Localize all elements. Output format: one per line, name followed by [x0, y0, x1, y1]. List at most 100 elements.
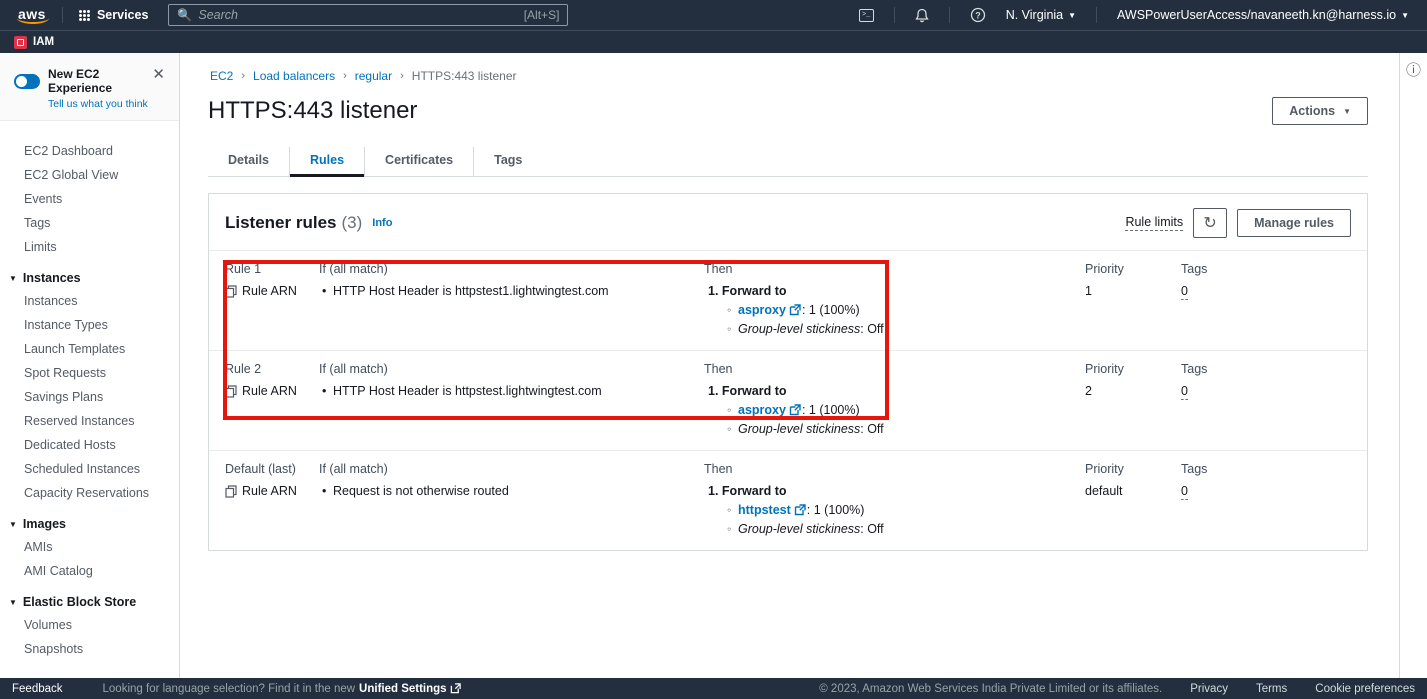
sidebar-item-reserved-instances[interactable]: Reserved Instances: [0, 409, 179, 433]
rule-row-2: Rule 2 Rule ARN If (all match) HTTP Host…: [209, 351, 1367, 451]
target-group-link[interactable]: asproxy: [738, 303, 786, 317]
terms-link[interactable]: Terms: [1256, 683, 1287, 695]
feedback-link[interactable]: Feedback: [12, 683, 63, 695]
sidebar-section-images[interactable]: ▼Images: [0, 505, 179, 535]
sidebar-item-ami-catalog[interactable]: AMI Catalog: [0, 559, 179, 583]
tags-count-link[interactable]: 0: [1181, 484, 1188, 500]
breadcrumb-regular[interactable]: regular: [355, 69, 392, 83]
sidebar-item-limits[interactable]: Limits: [0, 235, 179, 259]
sidebar-item-amis[interactable]: AMIs: [0, 535, 179, 559]
sidebar-item-savings-plans[interactable]: Savings Plans: [0, 385, 179, 409]
if-header: If (all match): [319, 462, 704, 476]
tab-details[interactable]: Details: [208, 147, 290, 176]
unified-settings-link[interactable]: Unified Settings: [359, 683, 447, 695]
refresh-button[interactable]: ↻: [1193, 208, 1227, 238]
tab-tags[interactable]: Tags: [474, 147, 542, 176]
sidebar: New EC2 Experience Tell us what you thin…: [0, 53, 180, 678]
forward-to: 1. Forward to: [704, 484, 1085, 498]
target-weight: : 1 (100%): [802, 403, 860, 417]
aws-logo[interactable]: aws: [10, 6, 54, 24]
sidebar-item-ec2-dashboard[interactable]: EC2 Dashboard: [0, 139, 179, 163]
main-content: EC2 › Load balancers › regular › HTTPS:4…: [180, 53, 1399, 678]
actions-button[interactable]: Actions ▼: [1272, 97, 1368, 125]
then-header: Then: [704, 362, 1085, 376]
target-group-line: httpstest: 1 (100%): [704, 503, 1085, 517]
target-group-line: asproxy : 1 (100%): [704, 403, 1085, 417]
tags-count-link[interactable]: 0: [1181, 284, 1188, 300]
breadcrumb-separator: ›: [400, 70, 404, 82]
services-menu[interactable]: Services: [71, 8, 156, 22]
language-note: Looking for language selection? Find it …: [103, 683, 356, 695]
divider: [208, 176, 1368, 177]
help-button[interactable]: ?: [962, 5, 994, 25]
region-label: N. Virginia: [1006, 8, 1063, 22]
rule-limits-link[interactable]: Rule limits: [1125, 215, 1183, 231]
breadcrumb-current: HTTPS:443 listener: [412, 69, 517, 83]
cloudshell-icon: >_: [859, 9, 874, 22]
account-menu[interactable]: AWSPowerUserAccess/navaneeth.kn@harness.…: [1109, 8, 1417, 22]
target-group-link[interactable]: httpstest: [738, 503, 791, 517]
tab-certificates[interactable]: Certificates: [365, 147, 474, 176]
priority-value: 2: [1085, 384, 1181, 398]
rule-arn-copy[interactable]: Rule ARN: [225, 284, 319, 298]
top-navigation-bar: aws Services 🔍 [Alt+S] >_ ? N. Virginia …: [0, 0, 1427, 30]
experience-feedback-link[interactable]: Tell us what you think: [48, 98, 148, 110]
sidebar-item-capacity-reservations[interactable]: Capacity Reservations: [0, 481, 179, 505]
info-icon[interactable]: ⓘ: [1406, 63, 1421, 678]
target-weight: : 1 (100%): [802, 303, 860, 317]
external-link-icon[interactable]: [789, 404, 801, 416]
sidebar-item-instance-types[interactable]: Instance Types: [0, 313, 179, 337]
sidebar-item-snapshots[interactable]: Snapshots: [0, 637, 179, 661]
forward-to: 1. Forward to: [704, 384, 1085, 398]
sidebar-item-launch-templates[interactable]: Launch Templates: [0, 337, 179, 361]
sidebar-item-dedicated-hosts[interactable]: Dedicated Hosts: [0, 433, 179, 457]
page-title: HTTPS:443 listener: [208, 97, 417, 125]
iam-icon: [14, 36, 27, 49]
sidebar-item-spot-requests[interactable]: Spot Requests: [0, 361, 179, 385]
global-search[interactable]: 🔍 [Alt+S]: [168, 4, 568, 26]
region-selector[interactable]: N. Virginia ▼: [998, 8, 1084, 22]
target-group-link[interactable]: asproxy: [738, 403, 786, 417]
tags-count-link[interactable]: 0: [1181, 384, 1188, 400]
breadcrumb-separator: ›: [241, 70, 245, 82]
sidebar-section-ebs[interactable]: ▼Elastic Block Store: [0, 583, 179, 613]
rule-name: Rule 2: [225, 362, 319, 376]
notifications-button[interactable]: [907, 6, 937, 25]
sidebar-item-scheduled-instances[interactable]: Scheduled Instances: [0, 457, 179, 481]
card-title: Listener rules: [225, 213, 337, 233]
copy-icon: [225, 285, 237, 298]
tags-header: Tags: [1181, 462, 1351, 476]
tab-rules[interactable]: Rules: [290, 147, 365, 176]
sidebar-item-tags[interactable]: Tags: [0, 211, 179, 235]
rules-list: Rule 1 Rule ARN If (all match) HTTP Host…: [209, 250, 1367, 550]
sidebar-item-events[interactable]: Events: [0, 187, 179, 211]
priority-header: Priority: [1085, 362, 1181, 376]
sidebar-section-instances[interactable]: ▼Instances: [0, 259, 179, 289]
rule-row-1: Rule 1 Rule ARN If (all match) HTTP Host…: [209, 251, 1367, 351]
question-icon: ?: [970, 7, 986, 23]
close-icon[interactable]: ✕: [148, 67, 169, 82]
info-link[interactable]: Info: [372, 217, 392, 229]
divider: [894, 7, 895, 23]
cloudshell-button[interactable]: >_: [851, 7, 882, 24]
external-link-icon[interactable]: [789, 304, 801, 316]
external-link-icon[interactable]: [794, 504, 806, 516]
sidebar-item-ec2-global-view[interactable]: EC2 Global View: [0, 163, 179, 187]
rule-arn-copy[interactable]: Rule ARN: [225, 384, 319, 398]
breadcrumb-ec2[interactable]: EC2: [210, 69, 233, 83]
sidebar-item-instances[interactable]: Instances: [0, 289, 179, 313]
search-input[interactable]: [198, 8, 517, 22]
breadcrumb-load-balancers[interactable]: Load balancers: [253, 69, 335, 83]
copyright: © 2023, Amazon Web Services India Privat…: [819, 683, 1162, 695]
privacy-link[interactable]: Privacy: [1190, 683, 1228, 695]
manage-rules-button[interactable]: Manage rules: [1237, 209, 1351, 237]
chevron-down-icon: ▼: [1401, 11, 1409, 20]
divider: [62, 7, 63, 23]
favorite-iam[interactable]: IAM: [14, 36, 54, 49]
sidebar-item-volumes[interactable]: Volumes: [0, 613, 179, 637]
if-header: If (all match): [319, 362, 704, 376]
rule-arn-copy[interactable]: Rule ARN: [225, 484, 319, 498]
cookie-preferences-link[interactable]: Cookie preferences: [1315, 683, 1415, 695]
tags-header: Tags: [1181, 362, 1351, 376]
experience-toggle[interactable]: [14, 74, 40, 89]
